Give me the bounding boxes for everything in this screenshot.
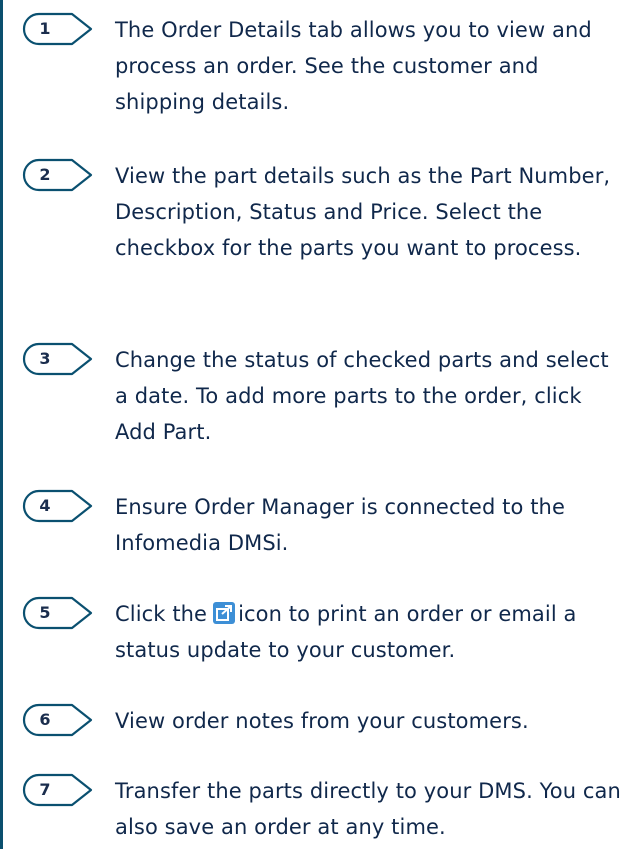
step-3-number: 3 bbox=[39, 349, 51, 368]
step-6-badge: 6 bbox=[22, 703, 96, 737]
step-1-badge: 1 bbox=[22, 12, 96, 46]
step-5-badge: 5 bbox=[22, 596, 96, 630]
step-7-number: 7 bbox=[39, 780, 51, 799]
step-3-badge: 3 bbox=[22, 342, 96, 376]
step-5-number: 5 bbox=[39, 603, 51, 622]
step-2-number: 2 bbox=[39, 165, 51, 184]
step-3-text: Change the status of checked parts and s… bbox=[115, 348, 609, 444]
step-7-badge: 7 bbox=[22, 773, 96, 807]
left-border-rule bbox=[0, 0, 3, 849]
step-5-text: Click the icon to print an order or email… bbox=[115, 596, 625, 668]
step-4-number: 4 bbox=[39, 496, 51, 515]
share-export-icon bbox=[213, 599, 236, 624]
step-6-number: 6 bbox=[39, 710, 51, 729]
step-4-text: Ensure Order Manager is connected to the… bbox=[115, 495, 565, 555]
step-6-text: View order notes from your customers. bbox=[115, 709, 529, 733]
step-4-badge: 4 bbox=[22, 489, 96, 523]
instruction-page: 1 The Order Details tab allows you to vi… bbox=[0, 0, 640, 849]
step-5-text-before-icon: Click the bbox=[115, 602, 208, 626]
step-2-badge: 2 bbox=[22, 158, 96, 192]
step-7-text: Transfer the parts directly to your DMS.… bbox=[115, 779, 621, 839]
step-2-text: View the part details such as the Part N… bbox=[115, 164, 611, 260]
step-1-number: 1 bbox=[39, 19, 51, 38]
step-1-text: The Order Details tab allows you to view… bbox=[115, 18, 592, 114]
